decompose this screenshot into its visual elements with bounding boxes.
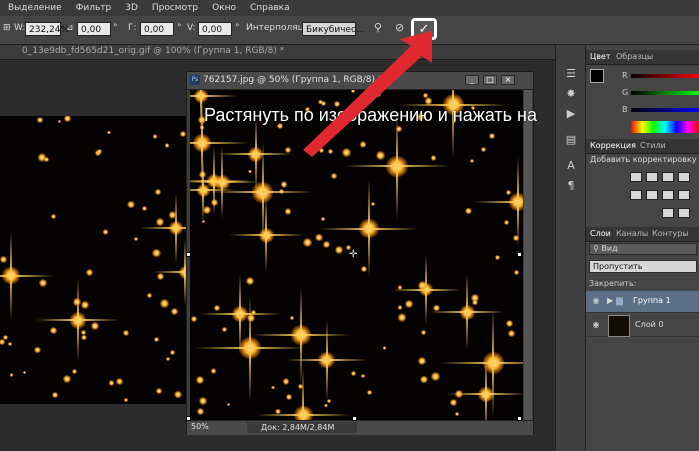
tab-paths[interactable]: Контуры — [652, 229, 689, 238]
color-spectrum[interactable] — [631, 121, 699, 133]
eye-icon[interactable]: ◉ — [590, 296, 602, 306]
invert-icon[interactable] — [662, 208, 674, 218]
balance-icon[interactable] — [662, 190, 674, 200]
channel-label-g: G — [622, 88, 629, 97]
lock-label: Закрепить: — [589, 279, 637, 288]
adjust-panel-tabs: Коррекция Стили — [586, 139, 699, 154]
tab-color[interactable]: Цвет — [590, 52, 611, 61]
threshold-icon[interactable] — [678, 208, 690, 218]
adjust-heading: Добавить корректировку — [590, 155, 697, 164]
filter-label: Вид — [601, 244, 618, 253]
green-slider[interactable] — [631, 91, 699, 95]
tab-channels[interactable]: Каналы — [616, 229, 648, 238]
layer-row-group-1[interactable]: ◉ ▶ ▆ Группа 1 — [586, 291, 699, 313]
character-icon[interactable]: A — [563, 159, 579, 173]
bw-icon[interactable] — [678, 190, 690, 200]
red-slider[interactable] — [631, 74, 699, 78]
channel-label-b: B — [622, 105, 628, 114]
layer-row-layer-0[interactable]: ◉ Слой 0 — [586, 313, 699, 337]
color-panel-tabs: Цвет Образцы — [586, 50, 699, 65]
hue-icon[interactable] — [646, 190, 658, 200]
tab-layers[interactable]: Слои — [590, 229, 611, 238]
properties-icon[interactable]: ▤ — [563, 133, 579, 147]
curves-icon[interactable] — [662, 172, 674, 182]
tab-swatches[interactable]: Образцы — [616, 52, 653, 61]
layers-panel-tabs: Слои Каналы Контуры — [586, 227, 699, 242]
paragraph-icon[interactable]: ¶ — [563, 179, 579, 193]
vibrance-icon[interactable] — [630, 190, 642, 200]
tab-adjustments[interactable]: Коррекция — [590, 141, 636, 150]
layer-name: Группа 1 — [633, 296, 671, 305]
layer-filter[interactable]: ⚲ Вид — [589, 243, 697, 255]
layer-name: Слой 0 — [635, 320, 664, 329]
blue-slider[interactable] — [631, 108, 699, 112]
panel-icon-strip: ☰ ✸ ▶ ▤ A ¶ — [555, 45, 586, 451]
brightness-icon[interactable] — [630, 172, 642, 182]
eye-icon[interactable]: ◉ — [590, 320, 602, 330]
exposure-icon[interactable] — [678, 172, 690, 182]
brush-presets-icon[interactable]: ✸ — [563, 87, 579, 101]
folder-icon: ▆ — [616, 296, 623, 306]
channel-label-r: R — [622, 71, 628, 80]
levels-icon[interactable] — [646, 172, 658, 182]
history-icon[interactable]: ☰ — [563, 67, 579, 81]
expand-arrow-icon[interactable]: ▶ — [607, 296, 613, 305]
layer-thumbnail — [608, 315, 630, 337]
right-panels: Цвет Образцы R G B Коррекция Стили Добав… — [585, 45, 699, 451]
foreground-color-swatch[interactable] — [590, 69, 604, 83]
actions-icon[interactable]: ▶ — [563, 107, 579, 121]
tab-styles[interactable]: Стили — [640, 141, 666, 150]
blend-mode-select[interactable]: Пропустить — [589, 260, 697, 273]
